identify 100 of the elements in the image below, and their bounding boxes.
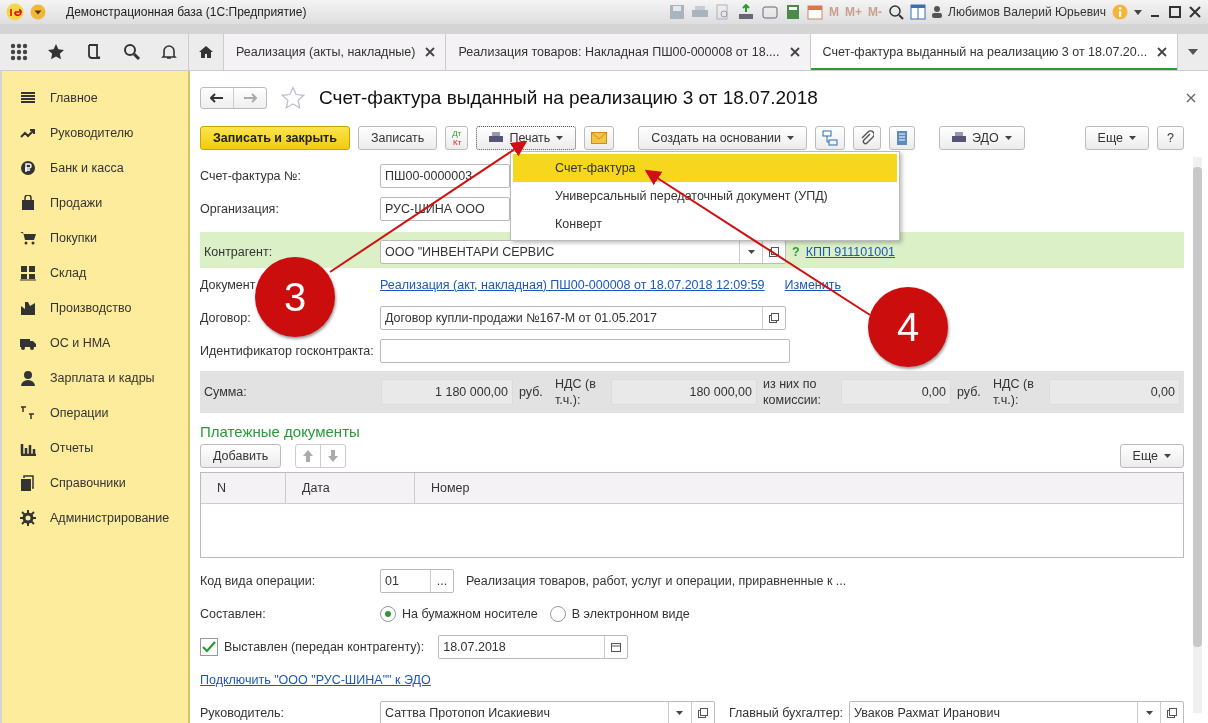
print-button[interactable]: Печать xyxy=(476,126,577,150)
edo-button[interactable]: ЭДО xyxy=(939,126,1025,150)
sidebar-item[interactable]: Справочники xyxy=(2,465,188,500)
counterparty-field[interactable]: ООО "ИНВЕНТАРИ СЕРВИС xyxy=(380,240,786,264)
person-icon xyxy=(20,369,36,386)
field-label: НДС (в т.ч.): xyxy=(993,376,1035,408)
star-icon[interactable] xyxy=(47,43,66,61)
menu-item[interactable]: Конверт xyxy=(513,210,897,238)
sidebar-item[interactable]: Банк и касса xyxy=(2,150,188,185)
scrollbar[interactable] xyxy=(1193,157,1202,713)
more-button[interactable]: Еще xyxy=(1119,444,1184,468)
column-header[interactable]: N xyxy=(201,473,286,503)
sidebar-item[interactable]: ОС и НМА xyxy=(2,325,188,360)
sidebar-item[interactable]: Склад xyxy=(2,255,188,290)
sidebar-item[interactable]: Операции xyxy=(2,395,188,430)
open-icon[interactable] xyxy=(697,708,708,718)
caret-icon[interactable] xyxy=(1134,9,1142,15)
upload-icon[interactable] xyxy=(737,4,756,20)
signer-field[interactable]: Саттва Протопоп Исакиевич xyxy=(380,701,715,723)
date-field[interactable]: 18.07.2018 xyxy=(438,634,629,659)
more-button[interactable]: Еще xyxy=(1084,126,1150,150)
grid-icon xyxy=(20,264,36,281)
sidebar-item[interactable]: Главное xyxy=(2,80,188,115)
list-button[interactable] xyxy=(889,126,916,150)
menu-icon xyxy=(20,89,36,106)
save-button[interactable]: Записать xyxy=(357,126,438,150)
sidebar-item[interactable]: Продажи xyxy=(2,185,188,220)
document-tab[interactable]: Реализация (акты, накладные) xyxy=(224,34,447,70)
field-label: Сумма: xyxy=(204,385,248,399)
menu-item[interactable]: Счет-фактура xyxy=(513,154,897,182)
caret-icon xyxy=(787,136,795,140)
commission-vat-value: 0,00 xyxy=(1049,379,1180,405)
user-name[interactable]: Любимов Валерий Юрьевич xyxy=(948,5,1106,19)
help-button[interactable]: ? xyxy=(1157,126,1184,150)
create-based-on-button[interactable]: Создать на основании xyxy=(638,126,808,150)
attach-button[interactable] xyxy=(853,126,882,150)
caret-icon xyxy=(1004,136,1012,140)
field-label: Организация: xyxy=(200,201,280,216)
document-tab[interactable]: Счет-фактура выданный на реализацию 3 от 18.07.20... xyxy=(810,34,1179,70)
postings-button[interactable]: Дт Кт xyxy=(445,126,469,150)
field-label: НДС (в т.ч.): xyxy=(555,376,597,408)
sidebar-item[interactable]: Администрирование xyxy=(2,500,188,535)
checkbox-label: Выставлен (передан контрагенту): xyxy=(224,639,425,654)
close-icon[interactable] xyxy=(1157,47,1168,57)
search-icon[interactable] xyxy=(122,43,141,61)
main-menu-icon[interactable] xyxy=(30,4,46,20)
document-tab[interactable]: Реализация товаров: Накладная ПШ00-000008 от 18.... xyxy=(446,34,811,70)
close-icon[interactable] xyxy=(1186,93,1196,103)
zoom-icon[interactable] xyxy=(888,4,905,20)
bell-icon[interactable] xyxy=(160,43,179,61)
column-header[interactable]: Дата xyxy=(286,473,415,503)
calendar-icon[interactable] xyxy=(807,4,824,20)
open-icon[interactable] xyxy=(769,312,779,323)
currency-label: руб. xyxy=(519,385,544,399)
close-icon[interactable] xyxy=(789,47,800,57)
open-icon[interactable] xyxy=(769,247,779,257)
apps-grid-icon[interactable] xyxy=(9,43,28,61)
radio-option[interactable]: На бумажном носителе xyxy=(380,605,538,622)
signer-field[interactable]: Уваков Рахмат Иранович xyxy=(849,701,1184,723)
paperclip-icon xyxy=(860,130,875,146)
calendar-icon[interactable] xyxy=(611,641,622,652)
open-icon[interactable] xyxy=(1167,708,1177,718)
save-and-close-button[interactable]: Записать и закрыть xyxy=(200,126,350,150)
sidebar-item[interactable]: Руководителю xyxy=(2,115,188,150)
gov-contract-field[interactable] xyxy=(380,338,790,363)
sidebar-item[interactable]: Зарплата и кадры xyxy=(2,360,188,395)
number-field[interactable]: ПШ00-0000003 xyxy=(380,163,510,188)
field-label: Счет-фактура №: xyxy=(200,168,302,183)
radio-option[interactable]: В электронном виде xyxy=(549,605,690,622)
connect-edo-link[interactable]: Подключить "ООО "РУС-ШИНА"" к ЭДО xyxy=(200,672,431,687)
tab-label: Реализация (акты, накладные) xyxy=(236,45,416,59)
caret-icon[interactable] xyxy=(1188,49,1199,55)
caret-icon[interactable] xyxy=(747,250,755,254)
select-button[interactable]: ... xyxy=(430,569,453,592)
window-title: Демонстрационная база (1С:Предприятие) xyxy=(66,5,307,19)
factory-icon xyxy=(20,299,36,316)
kpp-link[interactable]: КПП 911101001 xyxy=(805,245,896,259)
email-button[interactable] xyxy=(584,126,615,150)
close-icon[interactable] xyxy=(425,47,436,57)
close-icon[interactable] xyxy=(1188,5,1202,19)
checkbox[interactable] xyxy=(200,637,218,656)
caret-icon[interactable] xyxy=(676,711,684,715)
operation-code-field[interactable]: 01 ... xyxy=(380,568,454,593)
column-header[interactable]: Номер xyxy=(415,473,470,503)
favorite-star-icon[interactable] xyxy=(281,86,305,110)
sidebar-item[interactable]: Покупки xyxy=(2,220,188,255)
contract-field[interactable]: Договор купли-продажи №167-М от 01.05.2017 xyxy=(380,305,786,330)
add-button[interactable]: Добавить xyxy=(200,444,282,468)
caret-icon[interactable] xyxy=(1145,711,1153,715)
panel-icon[interactable] xyxy=(910,4,927,20)
sidebar-item[interactable]: Производство xyxy=(2,290,188,325)
operation-description: Реализация товаров, работ, услуг и операции, приравненные к ... xyxy=(466,573,847,588)
bag-icon xyxy=(20,194,36,211)
home-icon[interactable] xyxy=(198,45,214,59)
tab-label: Реализация товаров: Накладная ПШ00-000008 от 18.... xyxy=(458,45,780,59)
cart-icon xyxy=(20,229,36,246)
sidebar-item[interactable]: Отчеты xyxy=(2,430,188,465)
calculator-icon[interactable] xyxy=(785,4,802,20)
maximize-icon[interactable] xyxy=(1168,5,1182,19)
document-link[interactable]: Реализация (акт, накладная) ПШ00-000008 от 18.07.2018 12:09:59 xyxy=(380,277,765,292)
